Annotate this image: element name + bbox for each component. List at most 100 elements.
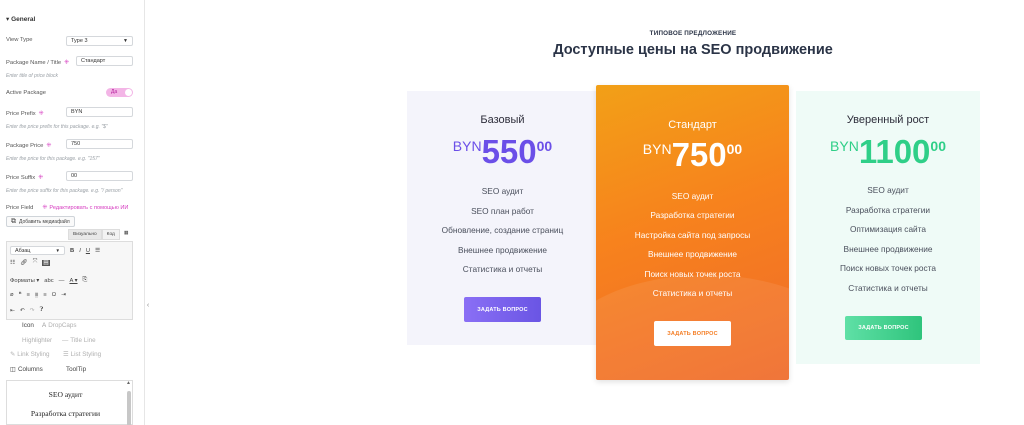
- feature-item: Оптимизация сайта: [849, 224, 927, 234]
- tab-visual[interactable]: Визуально: [68, 229, 102, 240]
- redo-icon[interactable]: ↷: [30, 308, 35, 314]
- ext-highlighter-label: Highlighter: [22, 337, 53, 344]
- editor-scrollbar[interactable]: [127, 391, 131, 425]
- outdent-icon[interactable]: ⇤: [10, 308, 15, 314]
- price-suffix-value: 00: [71, 173, 78, 179]
- fullscreen-icon[interactable]: ▦: [120, 229, 133, 240]
- text-color-icon[interactable]: A ▾: [69, 278, 77, 284]
- ext-title-line-button[interactable]: — Title Line: [62, 337, 96, 344]
- ext-tooltip-button[interactable]: ToolTip: [66, 366, 86, 373]
- editor-toolbar: Абзац ▼ B I U ☰ ☷ 🔗︎ ⤧ ▤ Форматы ▾ abc —…: [6, 241, 133, 320]
- dynamic-tags-icon[interactable]: ⁜: [38, 174, 43, 181]
- view-type-select[interactable]: Type 3 ▼: [66, 36, 133, 46]
- fullscreen-expand-icon[interactable]: ⤧: [33, 259, 38, 266]
- formats-label: Форматы: [10, 277, 35, 284]
- list-icon: ☰: [63, 351, 69, 358]
- ai-sparkle-icon: ⁜: [42, 205, 48, 211]
- dynamic-tags-icon[interactable]: ⁜: [39, 110, 44, 117]
- feature-item: Внешнее продвижение: [458, 245, 547, 255]
- card-price: BYN 1100 00: [796, 135, 980, 168]
- chevron-down-icon: ▼: [55, 248, 60, 253]
- chevron-down-icon: ▼: [123, 38, 128, 44]
- widget-settings-panel: ▾ General View Type Type 3 ▼ Package Nam…: [0, 0, 145, 425]
- ask-question-button[interactable]: ЗАДАТЬ ВОПРОС: [464, 297, 541, 322]
- section-general-toggle[interactable]: ▾ General: [6, 15, 35, 23]
- feature-item: SEO аудит: [671, 191, 714, 201]
- ext-link-styling-button[interactable]: ✎ Link Styling: [10, 351, 49, 358]
- price-suffix: 00: [930, 138, 946, 154]
- ask-question-button[interactable]: ЗАДАТЬ ВОПРОС: [654, 321, 731, 346]
- section-eyebrow: ТИПОВОЕ ПРЕДЛОЖЕНИЕ: [649, 30, 737, 37]
- view-type-value: Type 3: [71, 38, 88, 44]
- strikethrough-icon[interactable]: abc: [44, 278, 53, 284]
- dynamic-tags-icon[interactable]: ⁜: [64, 59, 69, 66]
- edit-with-ai-link[interactable]: Редактировать с помощью ИИ: [49, 205, 128, 211]
- switch-label: Да: [111, 89, 118, 95]
- align-left-icon[interactable]: ≡: [27, 292, 30, 298]
- special-char-icon[interactable]: Ω: [52, 292, 56, 298]
- price-suffix: 00: [726, 141, 743, 157]
- card-price: BYN 750 00: [596, 138, 789, 171]
- rich-text-editor[interactable]: SEO аудит Разработка стратегии ▲: [6, 380, 133, 425]
- ext-highlighter-button[interactable]: Highlighter: [22, 337, 52, 344]
- bold-icon[interactable]: B: [70, 248, 74, 254]
- feature-item: Разработка стратегии: [845, 205, 931, 215]
- feature-item: Статистика и отчеты: [462, 264, 543, 274]
- undo-icon[interactable]: ↶: [20, 308, 25, 314]
- scroll-up-icon[interactable]: ▲: [126, 381, 131, 386]
- card-price: BYN 550 00: [407, 135, 598, 168]
- page-root: ▾ General View Type Type 3 ▼ Package Nam…: [0, 0, 1024, 425]
- blockquote-icon[interactable]: ❝: [19, 292, 22, 298]
- paste-text-icon[interactable]: ⎘: [83, 277, 88, 284]
- bullet-list-icon[interactable]: ☰: [95, 248, 100, 254]
- ask-question-button[interactable]: ЗАДАТЬ ВОПРОС: [845, 316, 922, 340]
- paragraph-format-select[interactable]: Абзац ▼: [10, 246, 65, 255]
- ext-link-styling-label: Link Styling: [17, 351, 50, 358]
- formats-dropdown[interactable]: Форматы ▾: [10, 278, 39, 284]
- ext-dropcaps-button[interactable]: A DropCaps: [42, 322, 77, 329]
- package-name-value: Стандарт: [81, 58, 106, 64]
- indent-icon[interactable]: ⇥: [61, 292, 66, 298]
- price-amount: 1100: [858, 133, 931, 170]
- panel-collapse-chevron-icon[interactable]: ‹: [145, 296, 151, 314]
- package-price-label: Package Price: [6, 142, 44, 149]
- package-name-label: Package Name / Title: [6, 59, 62, 66]
- underline-icon[interactable]: U: [86, 248, 90, 254]
- dropcaps-icon: A: [42, 322, 47, 329]
- link-icon[interactable]: 🔗︎: [20, 260, 27, 266]
- pricing-card-basic: Базовый BYN 550 00 SEO аудит SEO план ра…: [407, 91, 598, 345]
- ext-icon-button[interactable]: Icon: [22, 322, 34, 329]
- package-name-input[interactable]: Стандарт: [76, 56, 133, 66]
- feature-item: SEO план работ: [471, 206, 534, 216]
- price-prefix: BYN: [830, 138, 859, 154]
- editor-line: Разработка стратегии: [30, 409, 101, 418]
- numbered-list-icon[interactable]: ☷: [10, 260, 15, 266]
- package-name-hint: Enter title of price block: [6, 73, 58, 79]
- package-price-hint: Enter the price for this package. e.g. "…: [6, 156, 100, 162]
- price-prefix-input[interactable]: BYN: [66, 107, 133, 117]
- help-icon[interactable]: ❓︎: [40, 307, 43, 314]
- feature-item: Статистика и отчеты: [652, 288, 733, 298]
- price-amount: 550: [481, 133, 537, 170]
- ext-columns-button[interactable]: ◫ Columns: [10, 366, 43, 373]
- align-right-icon[interactable]: ≡: [43, 292, 46, 298]
- price-suffix-input[interactable]: 00: [66, 171, 133, 181]
- editor-tabs: Визуально Код ▦: [68, 229, 132, 240]
- clear-format-icon[interactable]: ⌀: [10, 292, 14, 298]
- tab-code[interactable]: Код: [101, 229, 120, 240]
- caret-down-icon: ▾: [6, 16, 10, 23]
- add-media-button[interactable]: ⧉ Добавить медиафайл: [6, 216, 75, 227]
- toolbar-toggle-icon[interactable]: ▤: [42, 259, 50, 266]
- package-price-input[interactable]: 750: [66, 139, 133, 149]
- section-heading: Доступные цены на SEO продвижение: [553, 42, 833, 58]
- italic-icon[interactable]: I: [79, 248, 81, 254]
- dynamic-tags-icon[interactable]: ⁜: [46, 142, 51, 149]
- ext-tooltip-label: ToolTip: [66, 366, 87, 373]
- pricing-card-growth: Уверенный рост BYN 1100 00 SEO аудит Раз…: [796, 91, 980, 364]
- align-center-icon[interactable]: ≡: [35, 292, 39, 298]
- view-type-label: View Type: [6, 37, 33, 43]
- section-title: General: [11, 16, 36, 23]
- ext-list-styling-button[interactable]: ☰ List Styling: [63, 351, 101, 358]
- horizontal-line-icon[interactable]: —: [59, 278, 65, 284]
- active-package-switch[interactable]: Да: [106, 88, 133, 97]
